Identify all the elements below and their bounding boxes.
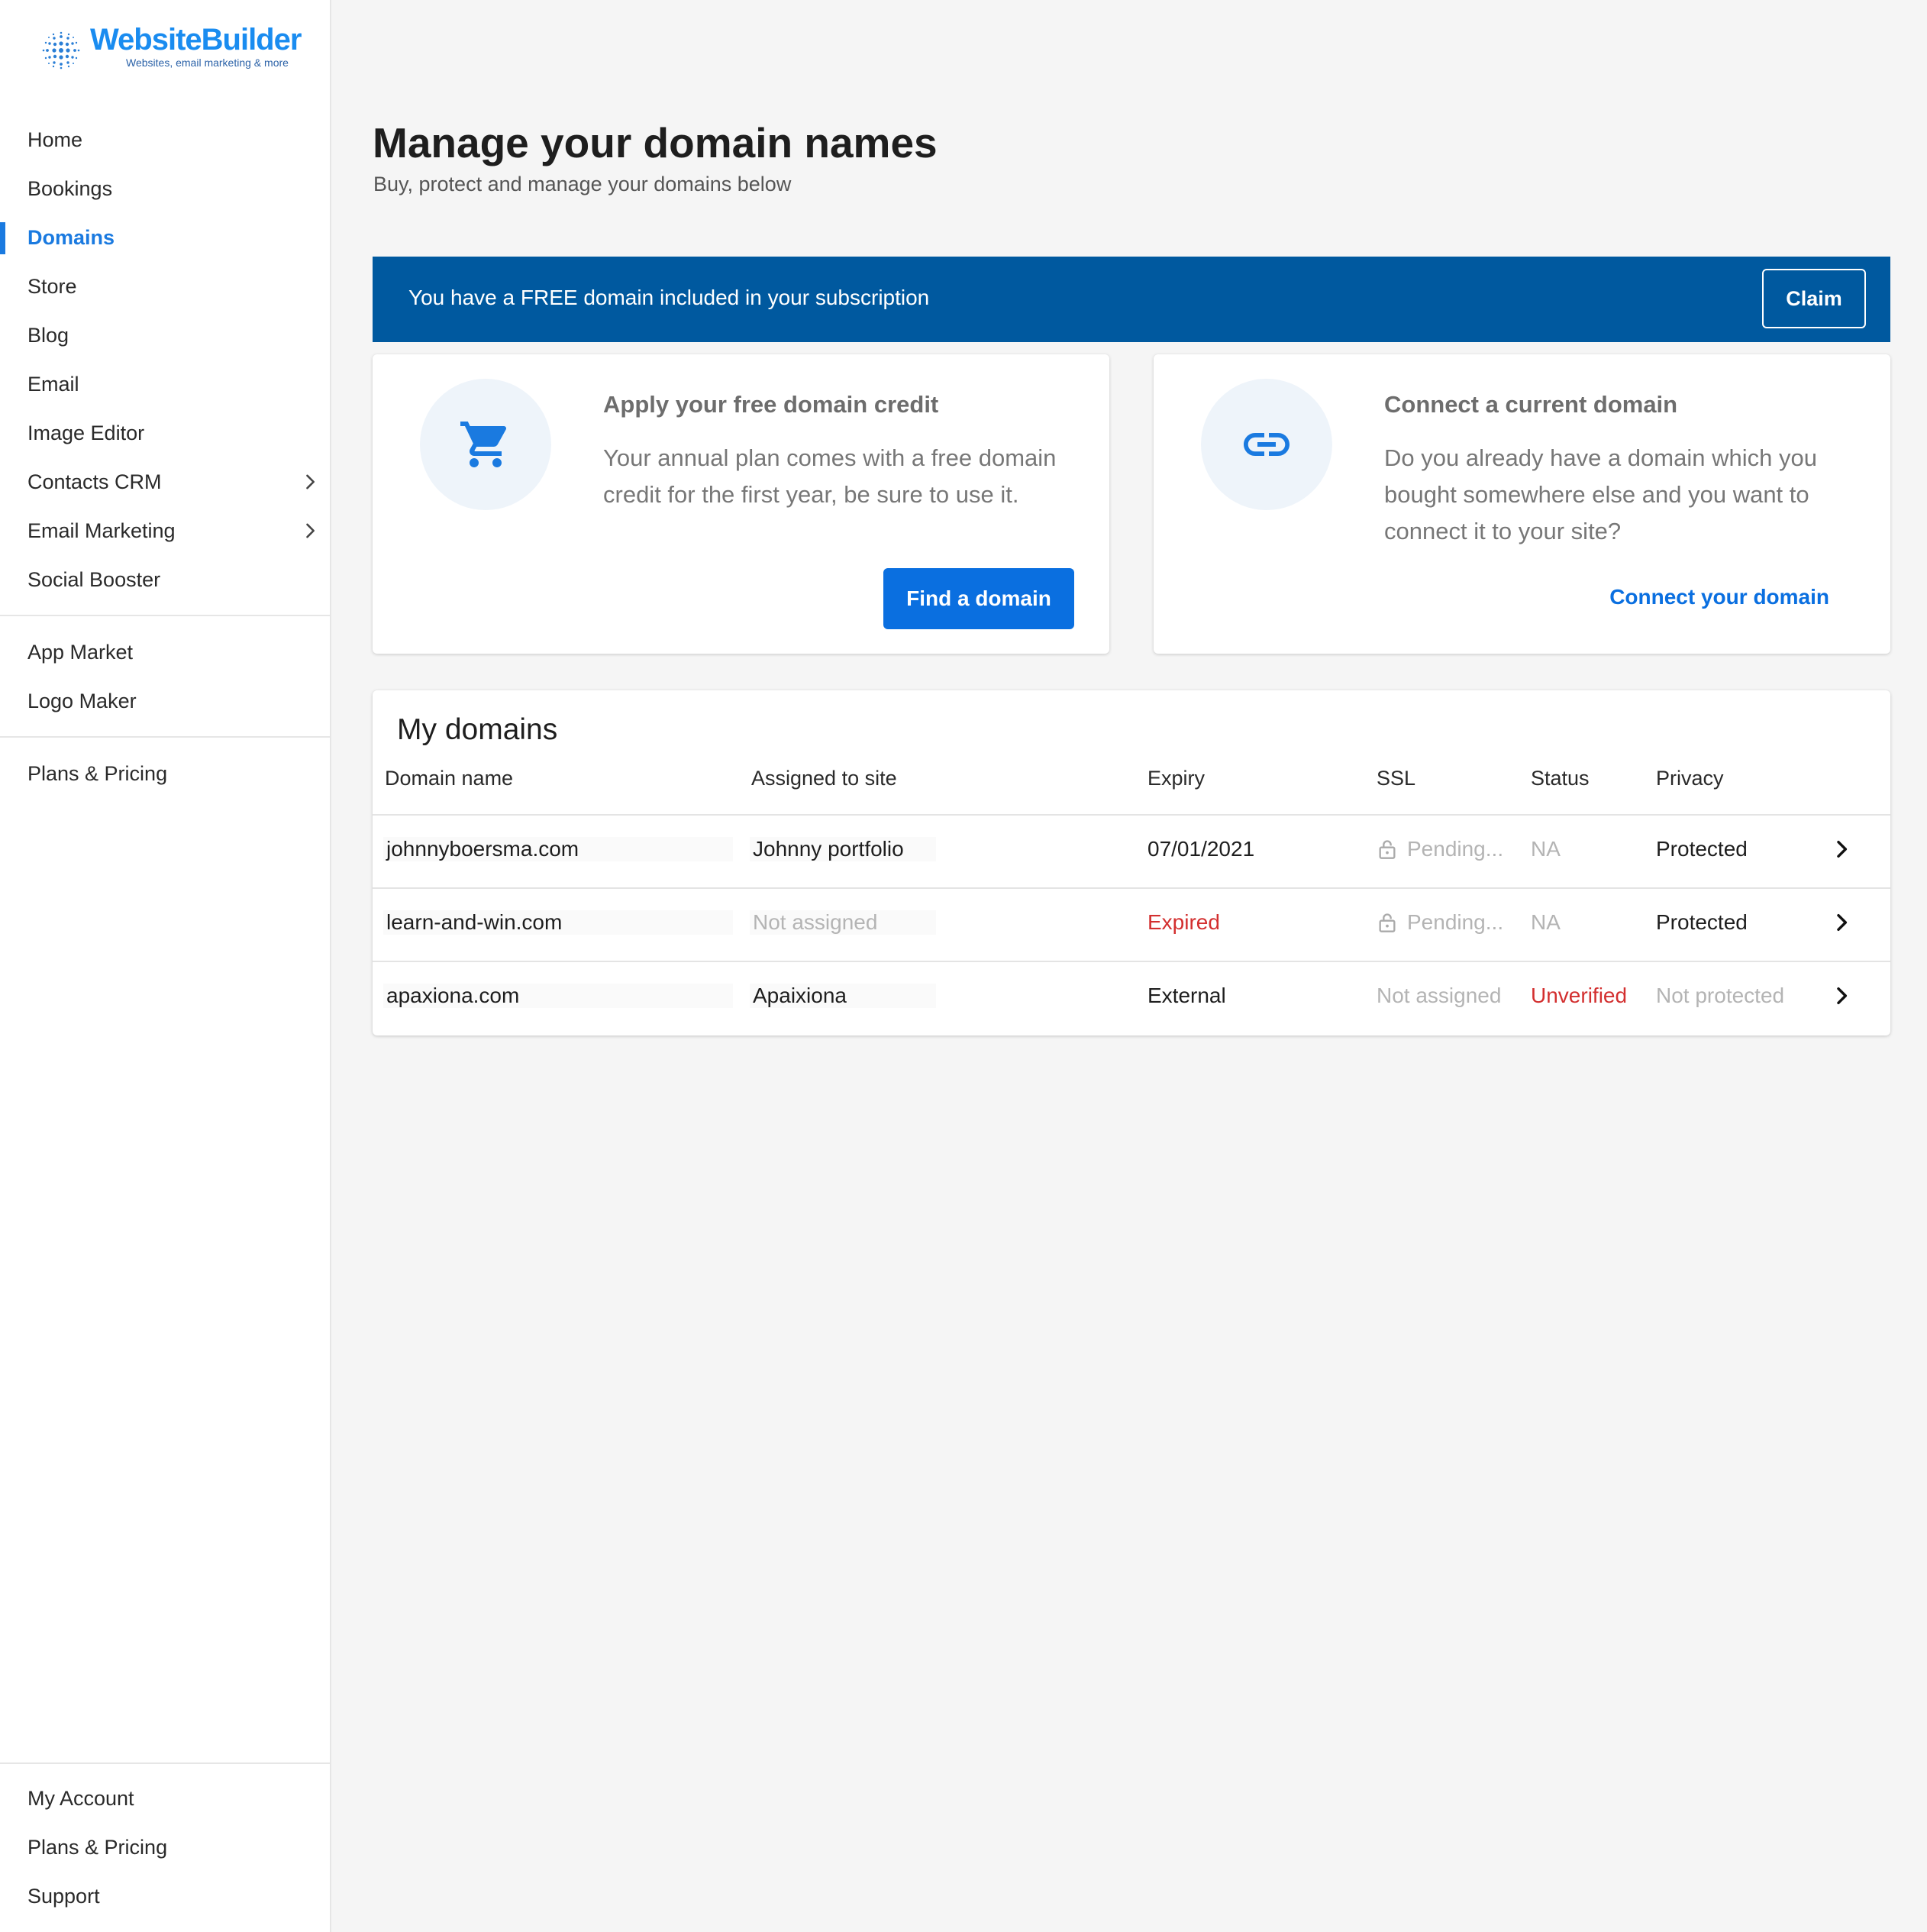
lock-icon xyxy=(1379,840,1396,859)
sidebar-divider xyxy=(0,736,331,738)
table-row[interactable]: johnnyboersma.com Johnny portfolio 07/01… xyxy=(373,814,1890,887)
shopping-cart-icon xyxy=(460,422,507,467)
status-cell: NA xyxy=(1531,837,1561,861)
column-header-expiry: Expiry xyxy=(1147,767,1206,790)
link-icon xyxy=(1244,433,1290,456)
section-title: My domains xyxy=(397,713,558,746)
sidebar-item-my-account[interactable]: My Account xyxy=(0,1777,331,1820)
ssl-cell: Pending... xyxy=(1378,837,1503,861)
free-domain-banner: You have a FREE domain included in your … xyxy=(373,257,1890,342)
sidebar-item-footer-plans-pricing[interactable]: Plans & Pricing xyxy=(0,1826,331,1869)
globe-logo-icon xyxy=(42,31,80,69)
page-title: Manage your domain names xyxy=(373,119,938,166)
card-description: Do you already have a domain which you b… xyxy=(1384,444,1817,544)
assigned-site-cell: Not assigned xyxy=(750,910,936,935)
column-header-privacy: Privacy xyxy=(1656,767,1724,790)
sidebar-item-label: Store xyxy=(27,275,77,298)
card-title: Connect a current domain xyxy=(1384,391,1678,418)
sidebar-divider xyxy=(0,615,331,616)
free-domain-credit-card: Apply your free domain credit Your annua… xyxy=(373,354,1109,654)
sidebar-item-image-editor[interactable]: Image Editor xyxy=(0,412,331,454)
expiry-cell: External xyxy=(1147,984,1226,1007)
sidebar-item-label: Plans & Pricing xyxy=(27,762,168,785)
connect-domain-card: Connect a current domain Do you already … xyxy=(1154,354,1890,654)
claim-button[interactable]: Claim xyxy=(1762,269,1866,328)
privacy-cell: Protected xyxy=(1656,837,1748,861)
sidebar-item-bookings[interactable]: Bookings xyxy=(0,167,331,210)
sidebar-item-label: Support xyxy=(27,1885,100,1908)
chevron-right-icon[interactable] xyxy=(1829,837,1854,861)
assigned-site-cell: Johnny portfolio xyxy=(750,837,936,861)
brand-name: WebsiteBuilder xyxy=(90,23,302,57)
domain-name-cell: apaxiona.com xyxy=(383,984,733,1008)
sidebar-item-label: Plans & Pricing xyxy=(27,1836,168,1859)
privacy-cell: Protected xyxy=(1656,910,1748,934)
privacy-cell: Not protected xyxy=(1656,984,1785,1007)
page-subtitle: Buy, protect and manage your domains bel… xyxy=(373,173,792,195)
ssl-status-text: Pending... xyxy=(1407,837,1504,861)
sidebar-item-label: Email xyxy=(27,373,79,396)
sidebar-item-domains[interactable]: Domains xyxy=(0,216,331,259)
sidebar-item-label: Image Editor xyxy=(27,422,145,444)
banner-text: You have a FREE domain included in your … xyxy=(408,286,930,309)
find-domain-button[interactable]: Find a domain xyxy=(883,568,1074,629)
chevron-right-icon xyxy=(306,474,315,489)
sidebar-item-label: Social Booster xyxy=(27,568,161,591)
lock-icon xyxy=(1379,913,1396,932)
column-header-ssl: SSL xyxy=(1377,767,1416,790)
table-row[interactable]: learn-and-win.com Not assigned Expired P… xyxy=(373,887,1890,961)
my-domains-table: My domains Domain name Assigned to site … xyxy=(373,690,1890,1035)
connect-domain-link[interactable]: Connect your domain xyxy=(1609,585,1829,609)
expiry-cell: 07/01/2021 xyxy=(1147,837,1255,861)
card-title: Apply your free domain credit xyxy=(603,391,939,418)
sidebar-item-label: App Market xyxy=(27,641,134,664)
ssl-cell: Not assigned xyxy=(1377,984,1502,1007)
sidebar-item-label: Blog xyxy=(27,324,69,347)
sidebar: WebsiteBuilder Websites, email marketing… xyxy=(0,0,331,1932)
sidebar-item-email-marketing[interactable]: Email Marketing xyxy=(0,509,331,552)
domain-name-cell: learn-and-win.com xyxy=(383,910,733,935)
brand-tagline: Websites, email marketing & more xyxy=(126,57,289,69)
sidebar-item-app-market[interactable]: App Market xyxy=(0,631,331,674)
sidebar-item-store[interactable]: Store xyxy=(0,265,331,308)
chevron-right-icon xyxy=(306,523,315,538)
domain-name-cell: johnnyboersma.com xyxy=(383,837,733,861)
chevron-right-icon[interactable] xyxy=(1829,984,1854,1008)
column-header-assigned-site: Assigned to site xyxy=(751,767,897,790)
sidebar-item-label: Email Marketing xyxy=(27,519,176,542)
ssl-status-text: Pending... xyxy=(1407,910,1504,934)
sidebar-item-label: Home xyxy=(27,128,83,151)
column-header-status: Status xyxy=(1531,767,1590,790)
card-description: Your annual plan comes with a free domai… xyxy=(603,444,1057,508)
sidebar-item-label: Domains xyxy=(27,226,115,249)
sidebar-item-logo-maker[interactable]: Logo Maker xyxy=(0,680,331,722)
sidebar-item-label: Contacts CRM xyxy=(27,470,162,493)
assigned-site-cell: Apaixiona xyxy=(750,984,936,1008)
card-icon-circle xyxy=(420,379,551,510)
sidebar-footer-divider xyxy=(0,1762,331,1764)
sidebar-item-social-booster[interactable]: Social Booster xyxy=(0,558,331,601)
column-header-domain: Domain name xyxy=(385,767,514,790)
sidebar-item-plans-pricing[interactable]: Plans & Pricing xyxy=(0,752,331,795)
brand-logo[interactable]: WebsiteBuilder Websites, email marketing… xyxy=(38,23,302,76)
card-icon-circle xyxy=(1201,379,1332,510)
sidebar-item-label: My Account xyxy=(27,1787,134,1810)
chevron-right-icon[interactable] xyxy=(1829,910,1854,935)
expiry-cell: Expired xyxy=(1147,910,1220,934)
sidebar-item-contacts-crm[interactable]: Contacts CRM xyxy=(0,460,331,503)
table-row[interactable]: apaxiona.com Apaixiona External Not assi… xyxy=(373,961,1890,1034)
sidebar-item-email[interactable]: Email xyxy=(0,363,331,405)
sidebar-item-label: Logo Maker xyxy=(27,690,137,712)
sidebar-item-label: Bookings xyxy=(27,177,113,200)
status-cell: Unverified xyxy=(1531,984,1628,1007)
status-cell: NA xyxy=(1531,910,1561,934)
sidebar-item-blog[interactable]: Blog xyxy=(0,314,331,357)
sidebar-item-support[interactable]: Support xyxy=(0,1875,331,1917)
sidebar-item-home[interactable]: Home xyxy=(0,118,331,161)
ssl-cell: Pending... xyxy=(1378,910,1503,935)
